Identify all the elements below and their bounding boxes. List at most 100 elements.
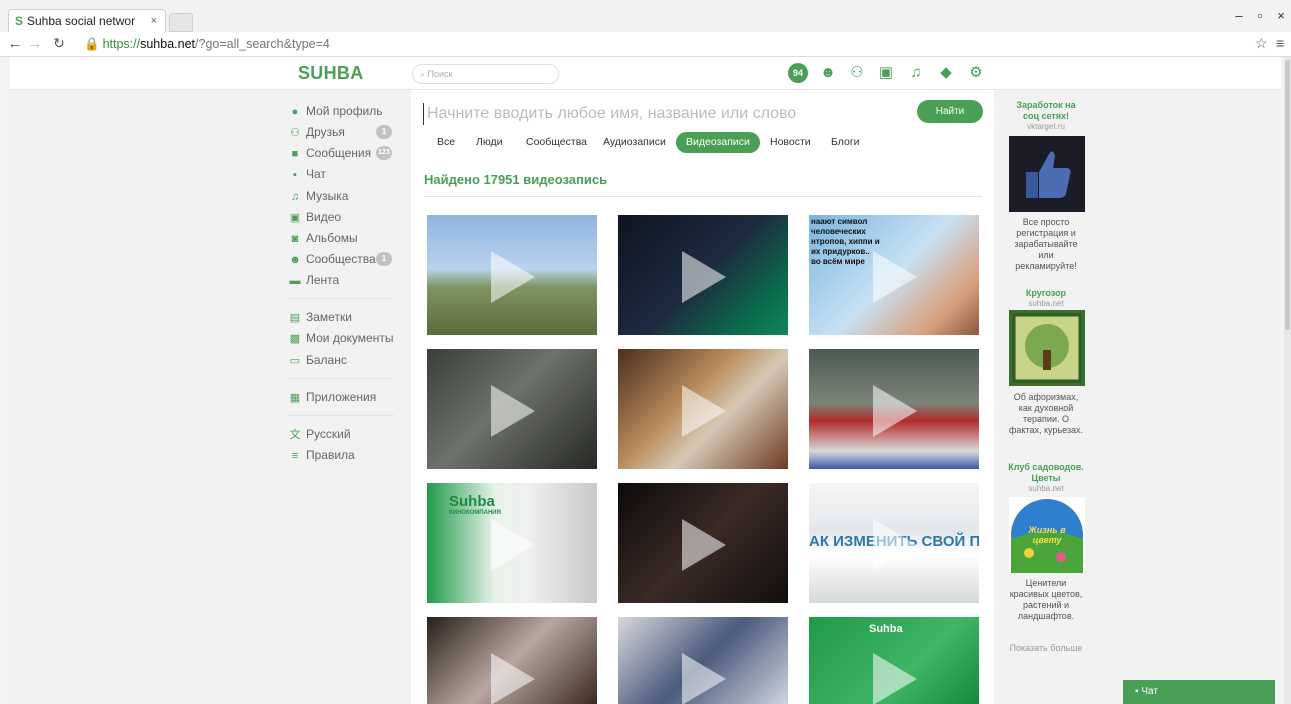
language-icon: 文 xyxy=(289,429,301,441)
ad-image-caption: Жизнь в цвету xyxy=(1028,525,1066,545)
friends-icon[interactable]: ⚇ xyxy=(848,64,866,82)
back-icon[interactable]: ← xyxy=(6,35,24,52)
sidebar-label: Русский xyxy=(306,427,351,441)
video-thumbnail[interactable]: Suhba xyxy=(809,617,979,704)
play-icon xyxy=(491,251,535,303)
results-count: Найдено 17951 видеозапись xyxy=(424,172,608,187)
sidebar-item-communities[interactable]: ☻ Сообщества xyxy=(288,251,376,267)
reload-icon[interactable]: ↻ xyxy=(50,35,68,52)
video-thumbnail[interactable] xyxy=(427,215,597,335)
find-button[interactable]: Найти xyxy=(917,100,983,123)
minimize-icon[interactable]: – xyxy=(1229,8,1249,23)
search-placeholder: Поиск xyxy=(427,69,453,79)
video-thumbnail[interactable]: Suhba КИНОКОМПАНИЯ xyxy=(427,483,597,603)
new-tab-button[interactable] xyxy=(169,13,193,32)
tab-video[interactable]: Видеозаписи xyxy=(676,132,760,153)
ad-image-flowers[interactable]: Жизнь в цвету xyxy=(1009,497,1085,573)
sidebar-item-chat[interactable]: ▪ Чат xyxy=(288,166,326,182)
suhba-favicon-icon: S xyxy=(15,14,24,28)
music-icon: ♫ xyxy=(290,191,300,203)
notes-icon: ▤ xyxy=(289,312,301,324)
ad-image-thumbs-up[interactable] xyxy=(1009,136,1085,212)
video-thumbnail[interactable] xyxy=(618,617,788,704)
apps-icon: ▦ xyxy=(289,392,301,404)
video-thumbnail[interactable] xyxy=(809,349,979,469)
sidebar-divider xyxy=(288,298,394,299)
close-tab-icon[interactable]: × xyxy=(151,10,157,32)
notifications-badge[interactable]: 94 xyxy=(788,63,808,83)
tab-communities[interactable]: Сообщества xyxy=(516,132,597,153)
ad-title[interactable]: Заработок на соц сетях! xyxy=(1008,100,1084,122)
sidebar-item-apps[interactable]: ▦ Приложения xyxy=(288,389,376,405)
scrollbar-thumb[interactable] xyxy=(1285,60,1290,330)
thumbnail-caption: Suhba xyxy=(869,623,903,635)
play-icon xyxy=(491,519,535,571)
video-thumbnail[interactable] xyxy=(427,349,597,469)
sidebar-label: Мои документы xyxy=(306,331,394,345)
bookmark-star-icon[interactable]: ☆ xyxy=(1255,35,1268,52)
ad-source: suhba.net xyxy=(1028,299,1064,308)
sidebar-item-profile[interactable]: ● Мой профиль xyxy=(288,103,383,119)
thumbnail-caption: КИНОКОМПАНИЯ xyxy=(449,510,501,516)
play-icon xyxy=(873,519,917,571)
tab-people[interactable]: Люди xyxy=(466,132,513,153)
sidebar-item-documents[interactable]: ▩ Мои документы xyxy=(288,330,394,346)
video-thumbnail[interactable] xyxy=(618,215,788,335)
music-icon[interactable]: ♫ xyxy=(907,64,925,82)
ad-image-aphorisms[interactable] xyxy=(1009,310,1085,386)
ad-source: vktarget.ru xyxy=(1027,122,1065,131)
sidebar-item-rules[interactable]: ≡ Правила xyxy=(288,447,355,463)
tab-news[interactable]: Новости xyxy=(760,132,821,153)
video-thumbnail[interactable]: АК ИЗМЕНИТЬ СВОЙ ПОЧЕР xyxy=(809,483,979,603)
url-scheme: https:// xyxy=(102,37,141,51)
lock-icon: 🔒 xyxy=(84,37,100,51)
settings-icon[interactable]: ⚙ xyxy=(967,64,985,82)
forward-icon[interactable]: → xyxy=(26,35,44,52)
sidebar-item-feed[interactable]: ▬ Лента xyxy=(288,272,340,288)
sidebar-item-music[interactable]: ♫ Музыка xyxy=(288,188,349,204)
sidebar-item-video[interactable]: ▣ Видео xyxy=(288,209,341,225)
documents-icon: ▩ xyxy=(289,333,301,345)
play-icon xyxy=(873,653,917,704)
video-thumbnail[interactable] xyxy=(427,617,597,704)
restore-icon[interactable]: ▫ xyxy=(1250,8,1270,23)
header-search-input[interactable]: ⌕ Поиск xyxy=(412,64,559,84)
sidebar-item-notes[interactable]: ▤ Заметки xyxy=(288,309,352,325)
browser-menu-icon[interactable]: ≡ xyxy=(1276,35,1284,51)
sidebar-label: Чат xyxy=(306,167,326,181)
sidebar-item-language[interactable]: 文 Русский xyxy=(288,426,351,442)
sidebar-item-balance[interactable]: ▭ Баланс xyxy=(288,352,347,368)
ad-header-2[interactable]: Кругозор suhba.net xyxy=(1008,288,1084,309)
sidebar-item-albums[interactable]: ◙ Альбомы xyxy=(288,230,358,246)
browser-tab[interactable]: S Suhba social networ × xyxy=(8,9,166,32)
search-query-input[interactable]: Начните вводить любое имя, название или … xyxy=(423,103,903,125)
video-thumbnail[interactable] xyxy=(618,483,788,603)
chat-bar[interactable]: ▪ Чат xyxy=(1123,680,1275,704)
ad-title[interactable]: Кругозор xyxy=(1008,288,1084,299)
thumbnail-caption: наают символ человеческих нтропов, хиппи… xyxy=(811,217,880,266)
show-more-link[interactable]: Показать больше xyxy=(1008,643,1084,654)
tab-audio[interactable]: Аудиозаписи xyxy=(593,132,676,153)
tab-title: Suhba social networ xyxy=(27,14,136,28)
sidebar-item-messages[interactable]: ■ Сообщения xyxy=(288,145,371,161)
video-icon[interactable]: ▣ xyxy=(877,64,895,82)
play-icon xyxy=(682,653,726,704)
site-logo[interactable]: SUHBA xyxy=(298,63,364,84)
ad-title[interactable]: Клуб садоводов. Цветы xyxy=(1008,462,1084,484)
close-window-icon[interactable]: × xyxy=(1271,8,1291,23)
tab-all[interactable]: Все xyxy=(427,132,465,153)
thumbs-up-icon xyxy=(1026,151,1071,198)
ad-source: suhba.net xyxy=(1028,484,1064,493)
sidebar-label: Сообщения xyxy=(306,146,372,160)
ad-header-1[interactable]: Заработок на соц сетях! vktarget.ru xyxy=(1008,100,1084,132)
video-icon: ▣ xyxy=(289,212,301,224)
education-icon[interactable]: ◆ xyxy=(937,64,955,82)
tab-blogs[interactable]: Блоги xyxy=(821,132,870,153)
video-thumbnail[interactable] xyxy=(618,349,788,469)
play-icon xyxy=(873,251,917,303)
sidebar-item-friends[interactable]: ⚇ Друзья xyxy=(288,124,345,140)
ad-header-3[interactable]: Клуб садоводов. Цветы suhba.net xyxy=(1008,462,1084,494)
groups-icon[interactable]: ☻ xyxy=(819,64,837,82)
url-field[interactable]: 🔒 https://suhba.net/?go=all_search&type=4 xyxy=(84,37,330,52)
video-thumbnail[interactable]: наают символ человеческих нтропов, хиппи… xyxy=(809,215,979,335)
